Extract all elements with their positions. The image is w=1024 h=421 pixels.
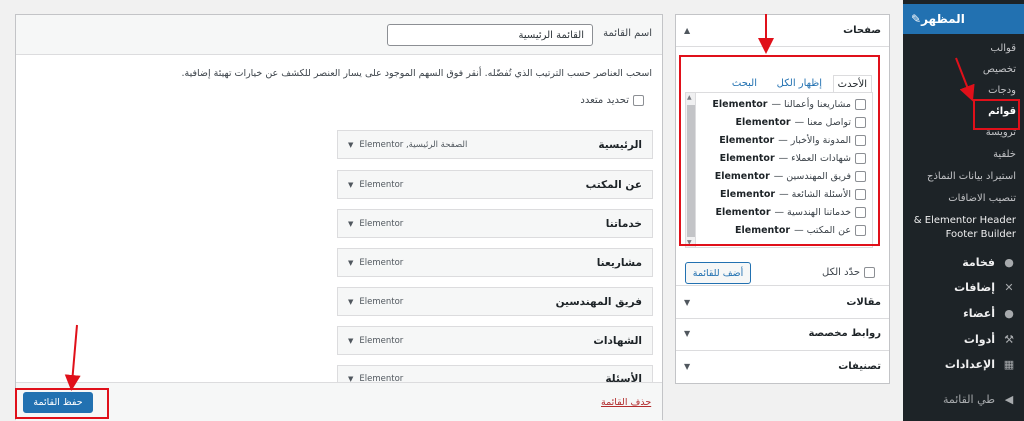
arrow-to-menus [955,57,975,102]
annotation-arrows [64,14,975,391]
arrow-to-save-button [64,324,81,391]
